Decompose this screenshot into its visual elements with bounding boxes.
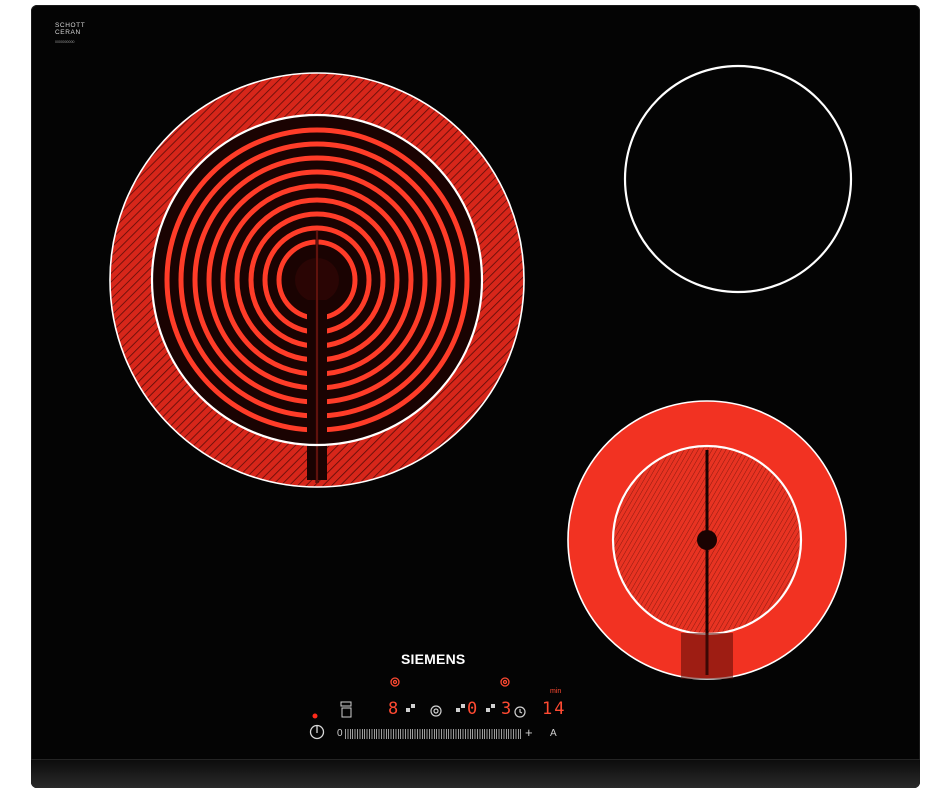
siemens-logo: SIEMENS xyxy=(401,651,466,667)
front-left-zone xyxy=(109,72,525,488)
rear-right-zone xyxy=(623,64,853,294)
zone3-level-display: 3 xyxy=(501,699,514,719)
timer-display: 14 xyxy=(542,699,567,719)
child-lock-icon[interactable] xyxy=(340,701,352,718)
control-panel-graphics xyxy=(390,677,510,687)
zone2-level-display: 0 xyxy=(467,699,480,719)
burner-area xyxy=(109,64,853,740)
power-level-slider[interactable] xyxy=(345,729,521,739)
timer-unit-label: min xyxy=(550,688,562,695)
power-icon[interactable] xyxy=(309,724,325,740)
slider-min-label: 0 xyxy=(337,728,343,739)
auto-button[interactable]: A xyxy=(550,728,557,740)
front-right-zone xyxy=(567,400,847,680)
zone1-level-display: 8 xyxy=(388,699,401,719)
power-led xyxy=(312,713,318,719)
slider-plus-label[interactable]: + xyxy=(525,726,533,739)
timer-icon[interactable] xyxy=(514,706,526,718)
dual-ring-icon[interactable] xyxy=(430,705,442,717)
cooktop: SCHOTT CERAN 0000000000 SIEMENS 8 0 3 14… xyxy=(31,5,920,788)
zone-select-icons[interactable] xyxy=(406,704,495,712)
cooktop-front-edge xyxy=(31,759,920,788)
